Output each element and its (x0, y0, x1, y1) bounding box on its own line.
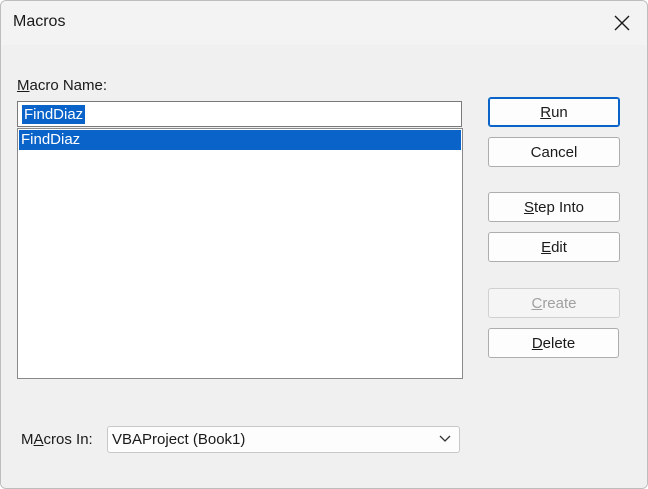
close-button[interactable] (599, 7, 645, 39)
macro-name-input[interactable]: FindDiaz (17, 101, 462, 127)
macros-in-label: MAcros In: (21, 431, 93, 448)
title-bar: Macros (1, 1, 647, 45)
run-button[interactable]: Run (488, 97, 620, 127)
macros-dialog: Macros Macro Name: FindDiaz FindDiaz Run… (0, 0, 648, 489)
macros-in-value: VBAProject (Book1) (112, 431, 246, 448)
create-button[interactable]: Create (488, 288, 620, 318)
list-item[interactable]: FindDiaz (19, 130, 461, 150)
step-into-button[interactable]: Step Into (488, 192, 620, 222)
dialog-body: Macro Name: FindDiaz FindDiaz Run Cancel… (1, 45, 647, 488)
macro-name-label: Macro Name: (17, 77, 108, 94)
chevron-down-icon (439, 435, 451, 442)
macro-name-value: FindDiaz (22, 105, 86, 124)
macro-list[interactable]: FindDiaz (17, 128, 463, 379)
edit-button[interactable]: Edit (488, 232, 620, 262)
cancel-button[interactable]: Cancel (488, 137, 620, 167)
macros-in-dropdown[interactable]: VBAProject (Book1) (107, 426, 460, 453)
close-icon (614, 15, 630, 31)
delete-button[interactable]: Delete (488, 328, 619, 358)
dialog-title: Macros (13, 13, 66, 30)
